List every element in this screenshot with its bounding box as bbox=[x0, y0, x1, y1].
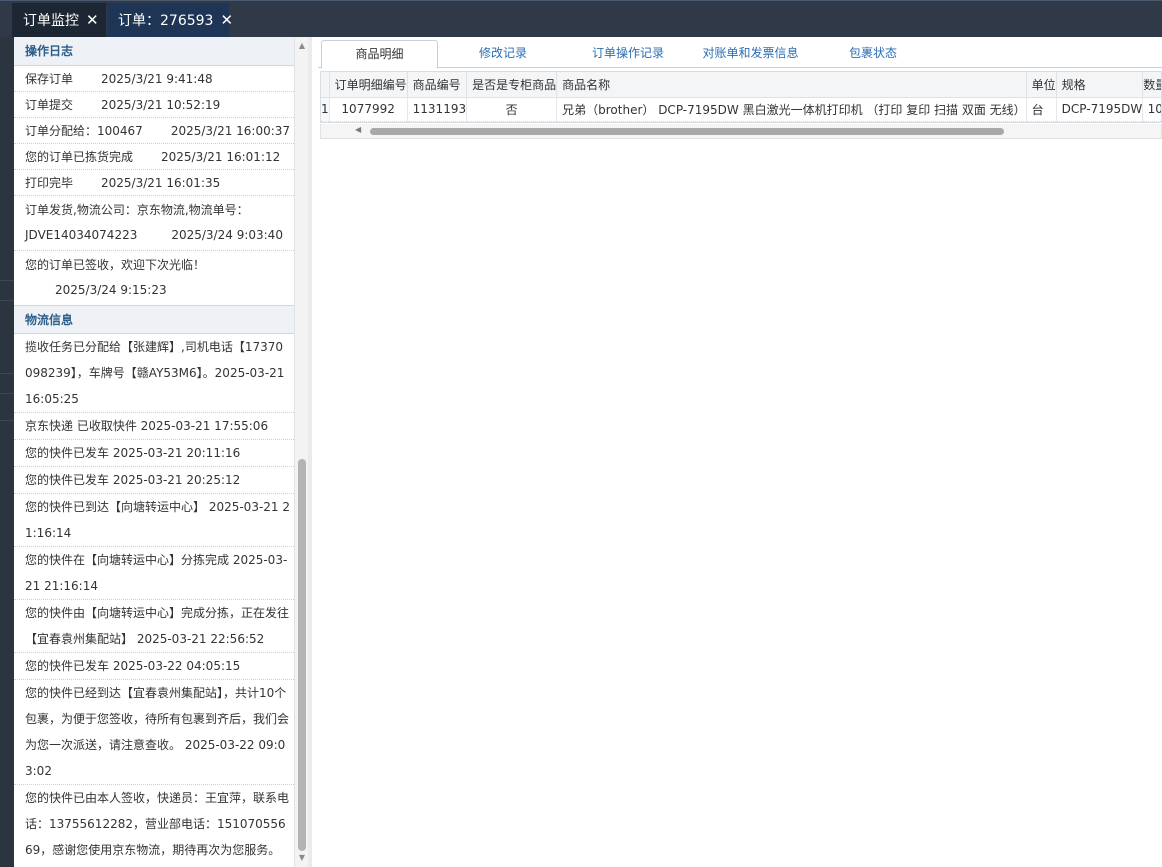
log-time: 2025/3/21 16:00:37 bbox=[170, 124, 291, 138]
logistics-entry: 您的快件已发车 2025-03-21 20:11:16 bbox=[14, 440, 294, 467]
logistics-entry: 您的快件已发车 2025-03-21 20:25:12 bbox=[14, 467, 294, 494]
column-header-is-counter[interactable]: 是否是专柜商品 bbox=[466, 72, 558, 98]
log-text: 订单发货,物流公司：京东物流,物流单号： bbox=[25, 203, 249, 217]
log-entry: 订单发货,物流公司：京东物流,物流单号： JDVE14034074223 2025… bbox=[14, 196, 294, 251]
detail-tabs: 商品明细 修改记录 订单操作记录 对账单和发票信息 包裹状态 bbox=[318, 37, 1162, 69]
log-text: 订单分配给：100467 bbox=[25, 124, 143, 138]
cell-unit: 台 bbox=[1026, 97, 1057, 122]
strip-divider bbox=[0, 280, 14, 281]
close-icon[interactable]: ✕ bbox=[220, 11, 233, 29]
tab-modification-log[interactable]: 修改记录 bbox=[453, 40, 553, 68]
strip-divider bbox=[0, 300, 14, 301]
tab-order-operation-log[interactable]: 订单操作记录 bbox=[573, 40, 683, 68]
scrollbar-thumb[interactable] bbox=[298, 459, 306, 851]
product-grid: 订单明细编号 商品编号 是否是专柜商品 商品名称 单位 规格 数量 1 1077… bbox=[320, 71, 1162, 123]
order-log-panel: 操作日志 保存订单 2025/3/21 9:41:48 订单提交 2025/3/21… bbox=[14, 37, 294, 867]
cell-product-id-link[interactable]: 1131193 bbox=[407, 97, 468, 122]
table-row[interactable]: 1 1077992 1131193 否 兄弟（brother） DCP-7195… bbox=[321, 97, 1161, 122]
log-time: 2025/3/21 16:01:35 bbox=[101, 176, 221, 190]
log-time: 2025/3/21 10:52:19 bbox=[101, 98, 221, 112]
log-entry: 打印完毕 2025/3/21 16:01:35 bbox=[14, 170, 294, 196]
tab-order-detail[interactable]: 订单：276593 ✕ bbox=[107, 3, 233, 37]
top-tab-bar: 订单监控 ✕ 订单：276593 ✕ bbox=[0, 0, 1162, 37]
cell-qty: 10 bbox=[1142, 97, 1161, 122]
cell-spec: DCP-7195DW bbox=[1056, 97, 1144, 122]
logistics-entry: 您的快件已发车 2025-03-22 04:05:15 bbox=[14, 653, 294, 680]
column-header-product-name[interactable]: 商品名称 bbox=[556, 72, 1027, 98]
column-header-detail-id[interactable]: 订单明细编号 bbox=[329, 72, 408, 98]
log-text: 订单提交 bbox=[25, 98, 74, 112]
close-icon[interactable]: ✕ bbox=[86, 11, 99, 29]
log-entry: 订单分配给：100467 2025/3/21 16:00:37 bbox=[14, 118, 294, 144]
scrollbar-thumb[interactable] bbox=[370, 128, 1004, 135]
log-entry: 您的订单已签收，欢迎下次光临！ 2025/3/24 9:15:23 bbox=[14, 251, 294, 305]
log-entry: 您的订单已拣货完成 2025/3/21 16:01:12 bbox=[14, 144, 294, 170]
column-header-qty[interactable]: 数量 bbox=[1142, 72, 1161, 98]
logistics-entry: 您的快件在【向塘转运中心】分拣完成 2025-03-21 21:16:14 bbox=[14, 547, 294, 600]
logistics-title: 物流信息 bbox=[14, 305, 294, 334]
tab-package-status[interactable]: 包裹状态 bbox=[828, 40, 918, 68]
log-text: 您的订单已签收，欢迎下次光临！ bbox=[25, 258, 206, 272]
tab-product-details[interactable]: 商品明细 bbox=[321, 40, 438, 69]
column-header-spec[interactable]: 规格 bbox=[1056, 72, 1144, 98]
log-text: 您的订单已拣货完成 bbox=[25, 150, 134, 164]
product-table: 订单明细编号 商品编号 是否是专柜商品 商品名称 单位 规格 数量 1 1077… bbox=[321, 72, 1161, 122]
column-header-product-id[interactable]: 商品编号 bbox=[407, 72, 468, 98]
row-number: 1 bbox=[321, 97, 330, 122]
left-arrow-icon[interactable]: ◀ bbox=[355, 125, 361, 134]
strip-divider bbox=[0, 420, 14, 421]
table-header-row: 订单明细编号 商品编号 是否是专柜商品 商品名称 单位 规格 数量 bbox=[321, 72, 1161, 98]
log-time: 2025/3/24 9:15:23 bbox=[55, 283, 167, 297]
panel-splitter[interactable] bbox=[308, 37, 312, 867]
cell-is-counter: 否 bbox=[466, 97, 558, 122]
up-arrow-icon[interactable]: ▲ bbox=[295, 39, 309, 53]
log-tracking-number: JDVE14034074223 bbox=[25, 228, 138, 242]
strip-divider bbox=[0, 393, 14, 394]
logistics-entry: 京东快递 已收取快件 2025-03-21 17:55:06 bbox=[14, 413, 294, 440]
tab-label: 订单监控 bbox=[23, 13, 79, 29]
cell-product-name-link[interactable]: 兄弟（brother） DCP-7195DW 黑白激光一体机打印机 （打印 复印… bbox=[556, 97, 1027, 122]
cell-detail-id: 1077992 bbox=[329, 97, 408, 122]
tab-label: 订单：276593 bbox=[118, 13, 214, 29]
grid-horizontal-scrollbar[interactable]: ◀ bbox=[320, 124, 1162, 139]
left-nav-strip bbox=[0, 37, 14, 867]
operation-log-title: 操作日志 bbox=[14, 37, 294, 66]
log-time: 2025/3/21 16:01:12 bbox=[161, 150, 281, 164]
log-entry: 订单提交 2025/3/21 10:52:19 bbox=[14, 92, 294, 118]
log-time: 2025/3/24 9:03:40 bbox=[171, 228, 283, 242]
logistics-entry: 揽收任务已分配给【张建辉】,司机电话【17370098239】，车牌号【赣AY5… bbox=[14, 334, 294, 413]
log-entry: 保存订单 2025/3/21 9:41:48 bbox=[14, 66, 294, 92]
logistics-entry: 您的快件已由本人签收，快递员：王宜萍，联系电话：13755612282，营业部电… bbox=[14, 785, 294, 867]
logistics-entry: 您的快件由【向塘转运中心】完成分拣，正在发往【宜春袁州集配站】 2025-03-… bbox=[14, 600, 294, 653]
strip-divider bbox=[0, 373, 14, 374]
log-panel-scrollbar[interactable]: ▲ ▼ bbox=[294, 37, 308, 867]
column-header-unit[interactable]: 单位 bbox=[1026, 72, 1057, 98]
logistics-entry: 您的快件已经到达【宜春袁州集配站】，共计10个包裹，为便于您签收，待所有包裹到齐… bbox=[14, 680, 294, 785]
log-time: 2025/3/21 9:41:48 bbox=[101, 72, 213, 86]
tab-statement-invoice[interactable]: 对账单和发票信息 bbox=[693, 40, 808, 68]
tab-order-monitor[interactable]: 订单监控 ✕ bbox=[12, 3, 106, 37]
logistics-entry: 您的快件已到达【向塘转运中心】 2025-03-21 21:16:14 bbox=[14, 494, 294, 547]
column-header-row-number bbox=[321, 72, 330, 98]
log-text: 保存订单 bbox=[25, 72, 74, 86]
down-arrow-icon[interactable]: ▼ bbox=[295, 851, 309, 865]
log-text: 打印完毕 bbox=[25, 176, 74, 190]
order-detail-panel: 商品明细 修改记录 订单操作记录 对账单和发票信息 包裹状态 订单明细编号 商品… bbox=[318, 37, 1162, 867]
